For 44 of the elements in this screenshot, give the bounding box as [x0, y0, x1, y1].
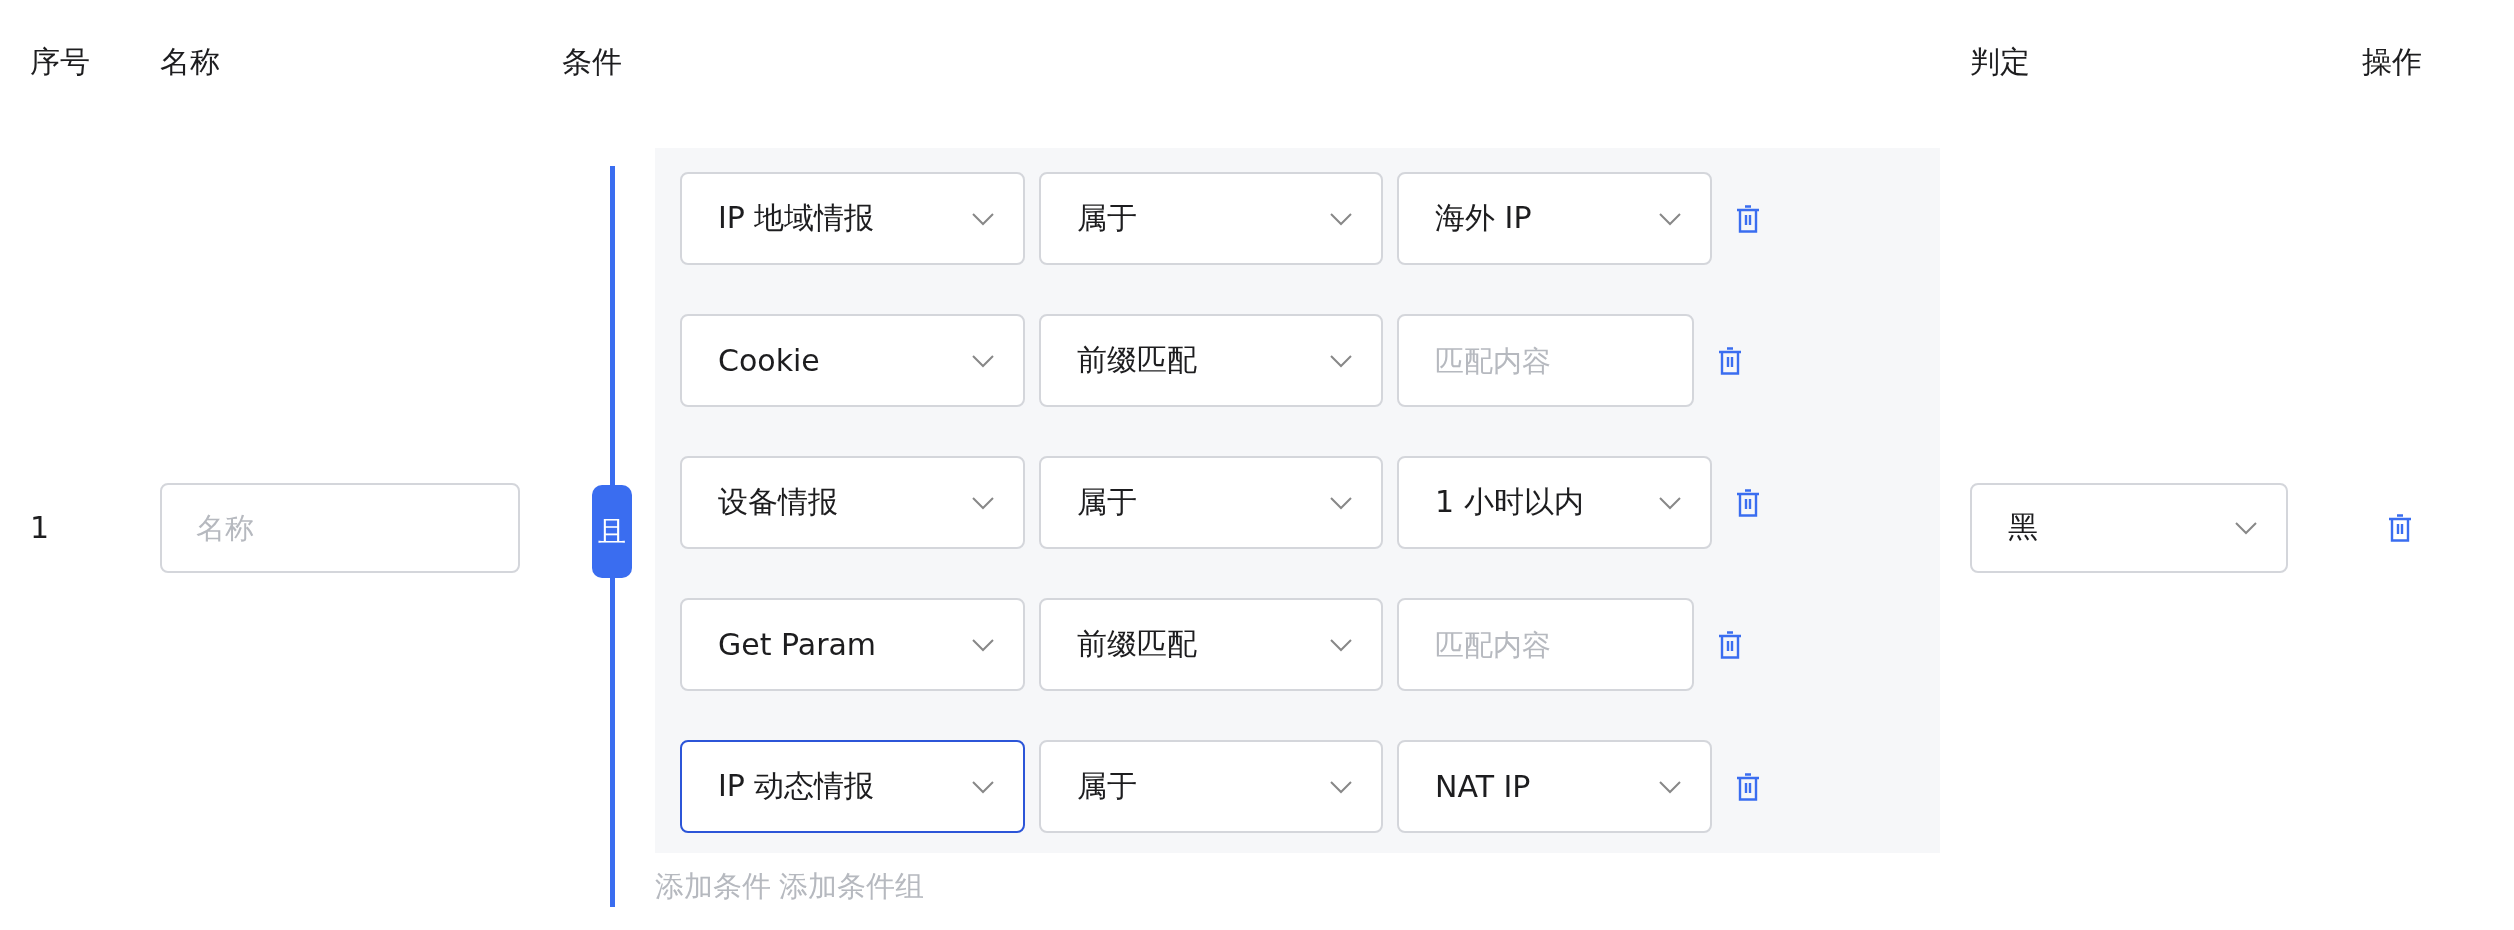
delete-icon[interactable]: [1718, 346, 1742, 375]
chevron-down-icon: [1658, 211, 1682, 226]
column-header: 判定: [1970, 43, 2030, 81]
chevron-down-icon: [971, 353, 995, 368]
match-field[interactable]: 匹配内容: [1397, 598, 1694, 691]
column-header: 名称: [160, 43, 220, 81]
column-header: 操作: [2362, 43, 2422, 81]
verdict-select[interactable]: 黑: [1970, 482, 2288, 573]
chevron-down-icon: [1329, 495, 1353, 510]
operator-select[interactable]: 前缀匹配: [1039, 314, 1383, 407]
delete-icon[interactable]: [1736, 772, 1760, 801]
delete-icon[interactable]: [2388, 513, 2412, 542]
name-field[interactable]: 名称: [160, 482, 520, 573]
field-select[interactable]: Get Param: [680, 598, 1025, 691]
chevron-down-icon: [1329, 637, 1353, 652]
value-select[interactable]: 1 小时以内: [1397, 456, 1712, 549]
chevron-down-icon: [971, 779, 995, 794]
row-number: 1: [30, 510, 50, 545]
logic-toggle[interactable]: 且: [592, 485, 632, 578]
delete-icon[interactable]: [1736, 204, 1760, 233]
chevron-down-icon: [1329, 779, 1353, 794]
operator-select[interactable]: 前缀匹配: [1039, 598, 1383, 691]
chevron-down-icon: [1329, 353, 1353, 368]
field-select[interactable]: Cookie: [680, 314, 1025, 407]
chevron-down-icon: [2234, 520, 2258, 535]
chevron-down-icon: [971, 211, 995, 226]
value-select[interactable]: 海外 IP: [1397, 172, 1712, 265]
chevron-down-icon: [1658, 779, 1682, 794]
operator-select[interactable]: 属于: [1039, 456, 1383, 549]
column-header: 条件: [562, 43, 622, 81]
operator-select[interactable]: 属于: [1039, 172, 1383, 265]
operator-select[interactable]: 属于: [1039, 740, 1383, 833]
chevron-down-icon: [971, 495, 995, 510]
match-field[interactable]: 匹配内容: [1397, 314, 1694, 407]
field-select[interactable]: IP 动态情报: [680, 740, 1025, 833]
chevron-down-icon: [1329, 211, 1353, 226]
value-select[interactable]: NAT IP: [1397, 740, 1712, 833]
field-select[interactable]: IP 地域情报: [680, 172, 1025, 265]
chevron-down-icon: [971, 637, 995, 652]
chevron-down-icon: [1658, 495, 1682, 510]
delete-icon[interactable]: [1736, 488, 1760, 517]
delete-icon[interactable]: [1718, 630, 1742, 659]
column-header: 序号: [30, 43, 90, 81]
field-select[interactable]: 设备情报: [680, 456, 1025, 549]
